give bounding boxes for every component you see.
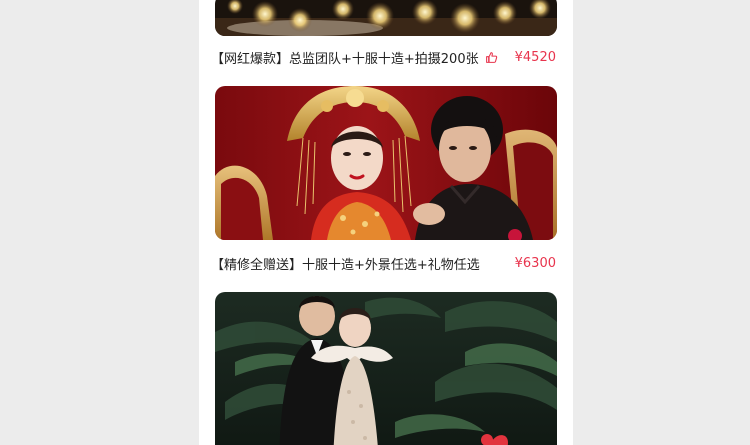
package-title: 【精修全赠送】十服十造+外景任选+礼物任选 xyxy=(211,257,480,273)
package-list: 【网红爆款】总监团队+十服十造+拍摄200张 ¥4520 【精修全赠送】十服十造… xyxy=(199,0,573,445)
thumbs-up-icon[interactable] xyxy=(485,51,498,64)
package-title: 【网红爆款】总监团队+十服十造+拍摄200张 xyxy=(211,51,479,67)
package-price: ¥6300 xyxy=(514,255,556,271)
package-item[interactable]: 【网红爆款】总监团队+十服十造+拍摄200张 ¥4520 xyxy=(211,46,556,68)
package-price: ¥4520 xyxy=(514,49,556,65)
package-photo-traditional-couple[interactable] xyxy=(215,86,557,240)
package-photo-candles[interactable] xyxy=(215,0,557,36)
package-item[interactable]: 【精修全赠送】十服十造+外景任选+礼物任选 ¥6300 xyxy=(211,252,556,274)
package-photo-forest-couple[interactable] xyxy=(215,292,557,445)
